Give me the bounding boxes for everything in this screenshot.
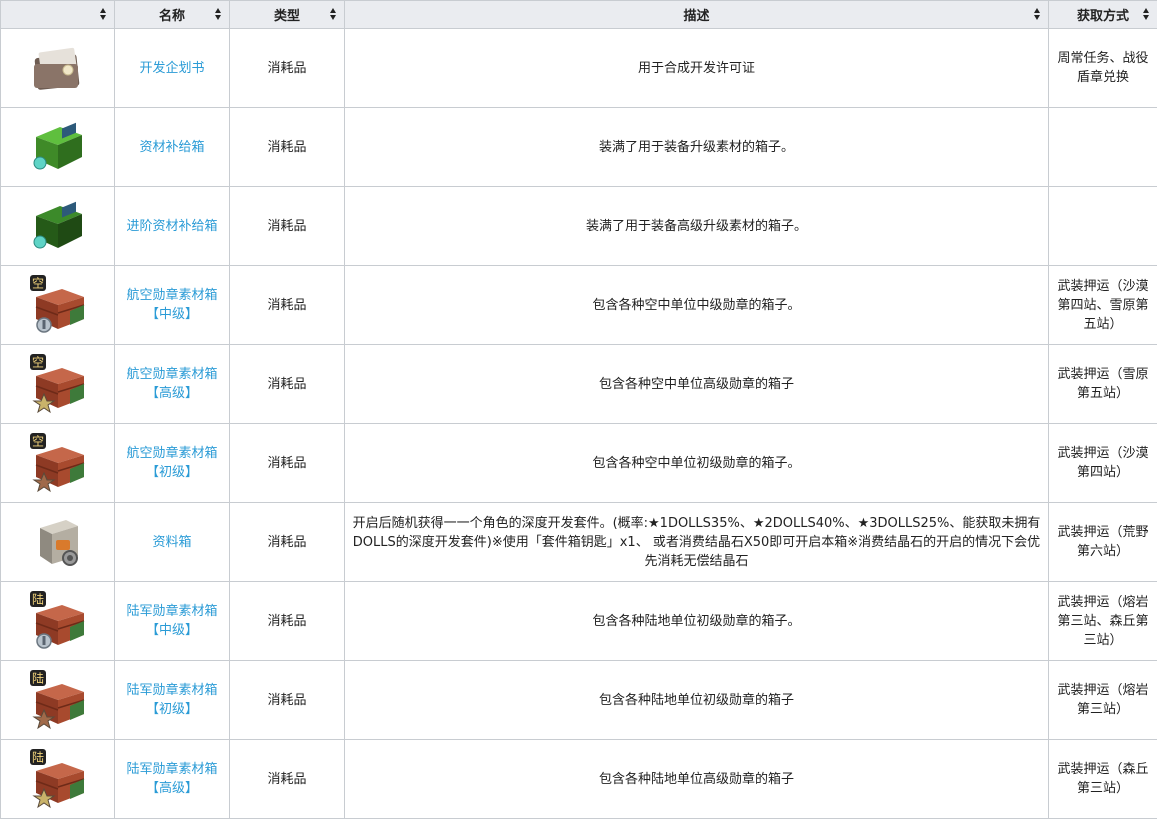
table-row: 资材补给箱 消耗品 装满了用于装备升级素材的箱子。	[0, 107, 1157, 187]
svg-text:陆: 陆	[31, 671, 43, 686]
item-source-cell: 武装押运（森丘第三站）	[1048, 739, 1157, 819]
item-name-link[interactable]: 航空勋章素材箱【初级】	[126, 446, 217, 480]
item-type-cell: 消耗品	[229, 28, 345, 108]
item-name-cell: 开发企划书	[114, 28, 230, 108]
svg-text:空: 空	[31, 277, 43, 291]
item-name-link[interactable]: 航空勋章素材箱【中级】	[126, 288, 217, 322]
air-medal-crate-high-icon: 空	[1, 352, 114, 416]
item-icon-cell	[0, 28, 115, 108]
header-name-column[interactable]: 名称	[114, 0, 230, 29]
svg-text:陆: 陆	[31, 592, 43, 607]
item-type-cell: 消耗品	[229, 502, 345, 582]
item-source-cell: 周常任务、战役盾章兑换	[1048, 28, 1157, 108]
item-source-cell: 武装押运（熔岩第三站、森丘第三站）	[1048, 581, 1157, 661]
item-name-link[interactable]: 开发企划书	[139, 61, 204, 76]
item-description-cell: 包含各种空中单位中级勋章的箱子。	[344, 265, 1049, 345]
item-description-cell: 装满了用于装备高级升级素材的箱子。	[344, 186, 1049, 266]
table-header-row: 名称 类型 描述 获取方式	[0, 0, 1157, 29]
header-source-column[interactable]: 获取方式	[1048, 0, 1157, 29]
green-supply-crate-icon	[1, 115, 114, 179]
army-medal-crate-high-icon: 陆	[1, 747, 114, 811]
item-name-cell: 资材补给箱	[114, 107, 230, 187]
planning-book-icon	[1, 36, 114, 100]
item-icon-cell: 空	[0, 344, 115, 424]
item-name-cell: 航空勋章素材箱【高级】	[114, 344, 230, 424]
item-type-cell: 消耗品	[229, 423, 345, 503]
item-name-cell: 陆军勋章素材箱【中级】	[114, 581, 230, 661]
air-medal-crate-low-icon: 空	[1, 431, 114, 495]
item-icon-cell	[0, 186, 115, 266]
item-name-link[interactable]: 资料箱	[152, 535, 191, 550]
item-description-cell: 包含各种空中单位高级勋章的箱子	[344, 344, 1049, 424]
item-type-cell: 消耗品	[229, 265, 345, 345]
item-icon-cell: 陆	[0, 660, 115, 740]
item-name-link[interactable]: 资材补给箱	[139, 140, 204, 155]
item-icon-cell: 陆	[0, 739, 115, 819]
army-medal-crate-mid-icon: 陆	[1, 589, 114, 653]
table-row: 资料箱 消耗品 开启后随机获得一一个角色的深度开发套件。(概率:★1DOLLS35%…	[0, 502, 1157, 582]
item-type-cell: 消耗品	[229, 107, 345, 187]
item-icon-cell	[0, 107, 115, 187]
item-type-cell: 消耗品	[229, 581, 345, 661]
svg-text:陆: 陆	[31, 750, 43, 765]
table-row: 陆陆军勋章素材箱【高级】 消耗品 包含各种陆地单位高级勋章的箱子 武装押运（森丘第三站…	[0, 739, 1157, 819]
item-name-cell: 陆军勋章素材箱【高级】	[114, 739, 230, 819]
item-name-link[interactable]: 陆军勋章素材箱【中级】	[126, 604, 217, 638]
table-row: 开发企划书 消耗品 用于合成开发许可证 周常任务、战役盾章兑换	[0, 28, 1157, 108]
item-source-cell: 武装押运（雪原第五站）	[1048, 344, 1157, 424]
item-source-cell: 武装押运（沙漠第四站、雪原第五站）	[1048, 265, 1157, 345]
item-description-cell: 开启后随机获得一一个角色的深度开发套件。(概率:★1DOLLS35%、★2DOL…	[344, 502, 1049, 582]
item-description-cell: 包含各种陆地单位初级勋章的箱子	[344, 660, 1049, 740]
table-row: 空航空勋章素材箱【高级】 消耗品 包含各种空中单位高级勋章的箱子 武装押运（雪原第五站…	[0, 344, 1157, 424]
sort-icon[interactable]	[330, 8, 337, 20]
header-type-column[interactable]: 类型	[229, 0, 345, 29]
table-row: 进阶资材补给箱 消耗品 装满了用于装备高级升级素材的箱子。	[0, 186, 1157, 266]
item-table: 名称 类型 描述 获取方式 开发企划书 消耗品 用于合成开发许可证 周常任务、战役盾章…	[0, 0, 1157, 819]
item-icon-cell: 空	[0, 423, 115, 503]
item-name-cell: 航空勋章素材箱【中级】	[114, 265, 230, 345]
sort-icon[interactable]	[100, 8, 107, 20]
data-box-icon	[1, 510, 114, 574]
item-description-cell: 用于合成开发许可证	[344, 28, 1049, 108]
item-icon-cell: 陆	[0, 581, 115, 661]
header-desc-column[interactable]: 描述	[344, 0, 1049, 29]
sort-icon[interactable]	[1034, 8, 1041, 20]
svg-text:空: 空	[31, 435, 43, 449]
item-description-cell: 包含各种陆地单位初级勋章的箱子。	[344, 581, 1049, 661]
item-name-cell: 进阶资材补给箱	[114, 186, 230, 266]
item-type-cell: 消耗品	[229, 660, 345, 740]
item-name-cell: 资料箱	[114, 502, 230, 582]
item-icon-cell	[0, 502, 115, 582]
item-name-link[interactable]: 陆军勋章素材箱【初级】	[126, 683, 217, 717]
item-name-cell: 陆军勋章素材箱【初级】	[114, 660, 230, 740]
item-description-cell: 包含各种空中单位初级勋章的箱子。	[344, 423, 1049, 503]
item-source-cell: 武装押运（熔岩第三站）	[1048, 660, 1157, 740]
item-icon-cell: 空	[0, 265, 115, 345]
item-name-link[interactable]: 进阶资材补给箱	[126, 219, 217, 234]
item-description-cell: 包含各种陆地单位高级勋章的箱子	[344, 739, 1049, 819]
item-description-cell: 装满了用于装备升级素材的箱子。	[344, 107, 1049, 187]
item-name-cell: 航空勋章素材箱【初级】	[114, 423, 230, 503]
table-row: 空航空勋章素材箱【初级】 消耗品 包含各种空中单位初级勋章的箱子。 武装押运（沙漠第四…	[0, 423, 1157, 503]
svg-text:空: 空	[31, 356, 43, 370]
green-advanced-crate-icon	[1, 194, 114, 258]
item-source-cell: 武装押运（荒野第六站）	[1048, 502, 1157, 582]
item-source-cell	[1048, 107, 1157, 187]
table-row: 空航空勋章素材箱【中级】 消耗品 包含各种空中单位中级勋章的箱子。 武装押运（沙漠第四…	[0, 265, 1157, 345]
item-type-cell: 消耗品	[229, 739, 345, 819]
sort-icon[interactable]	[215, 8, 222, 20]
header-icon-column[interactable]	[0, 0, 115, 29]
item-source-cell	[1048, 186, 1157, 266]
army-medal-crate-low-icon: 陆	[1, 668, 114, 732]
item-name-link[interactable]: 陆军勋章素材箱【高级】	[126, 762, 217, 796]
item-type-cell: 消耗品	[229, 344, 345, 424]
sort-icon[interactable]	[1143, 8, 1150, 20]
item-type-cell: 消耗品	[229, 186, 345, 266]
air-medal-crate-mid-icon: 空	[1, 273, 114, 337]
table-row: 陆陆军勋章素材箱【中级】 消耗品 包含各种陆地单位初级勋章的箱子。 武装押运（熔岩第三…	[0, 581, 1157, 661]
item-source-cell: 武装押运（沙漠第四站）	[1048, 423, 1157, 503]
item-name-link[interactable]: 航空勋章素材箱【高级】	[126, 367, 217, 401]
table-row: 陆陆军勋章素材箱【初级】 消耗品 包含各种陆地单位初级勋章的箱子 武装押运（熔岩第三站…	[0, 660, 1157, 740]
